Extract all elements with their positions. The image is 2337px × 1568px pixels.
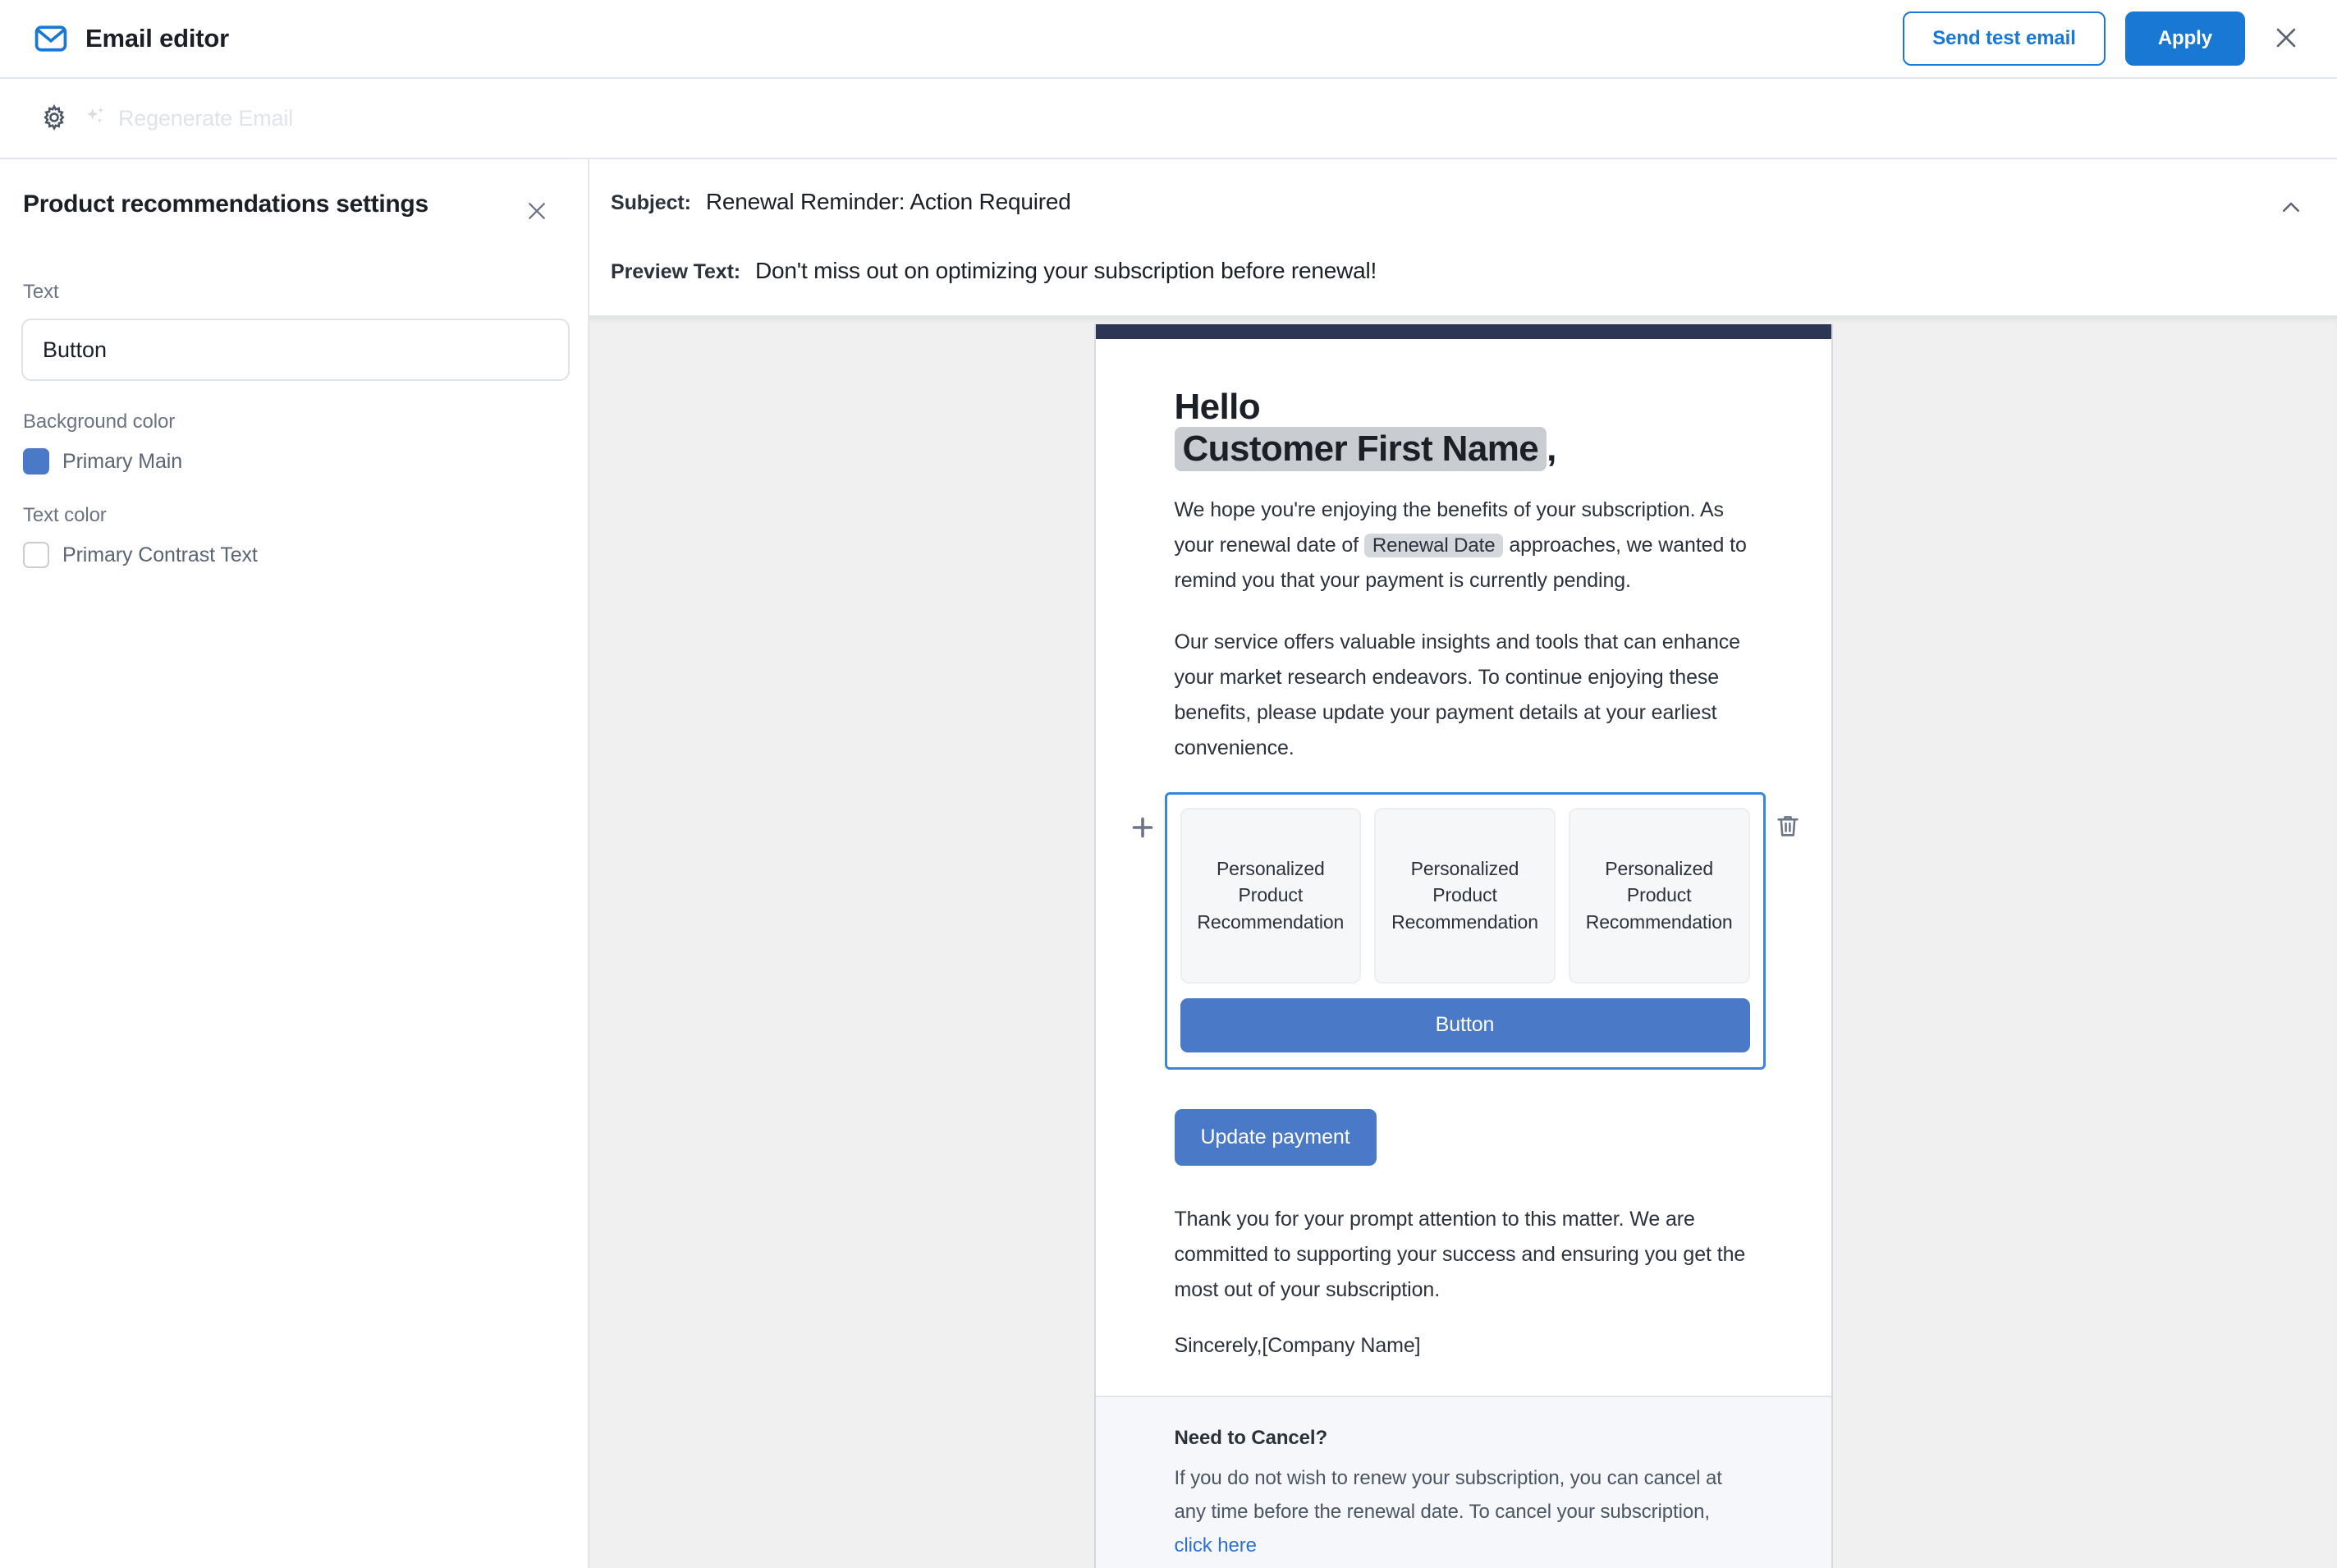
text-color-option[interactable]: Primary Contrast Text — [20, 542, 558, 568]
preview-text-row: Preview Text: Don't miss out on optimizi… — [611, 258, 2301, 284]
product-card-label: Personalized Product Recommendation — [1391, 857, 1538, 933]
product-recommendations-block-wrapper: Personalized Product Recommendation Pers… — [1132, 791, 1799, 1070]
close-icon — [525, 199, 549, 226]
text-color-label: Text color — [23, 504, 107, 526]
cancel-notice-title: Need to Cancel? — [1174, 1426, 1328, 1449]
settings-gear-button[interactable] — [33, 97, 76, 140]
email-meta-section: Subject: Renewal Reminder: Action Requir… — [589, 159, 2337, 317]
page-title: Email editor — [85, 24, 230, 53]
background-color-option[interactable]: Primary Main — [20, 448, 558, 475]
settings-panel-title: Product recommendations settings — [23, 190, 428, 218]
email-greeting[interactable]: Hello Customer First Name, — [1174, 387, 1753, 471]
subject-label: Subject: — [611, 191, 691, 214]
editor-toolbar: Regenerate Email — [0, 79, 2337, 159]
email-paragraph-1[interactable]: We hope you're enjoying the benefits of … — [1175, 493, 1753, 598]
email-signature[interactable]: Sincerely,[Company Name] — [1175, 1334, 1753, 1358]
merge-tag-renewal-date[interactable]: Renewal Date — [1363, 533, 1504, 557]
cancel-notice-text: If you do not wish to renew your subscri… — [1175, 1461, 1753, 1563]
email-paragraph-3[interactable]: Thank you for your prompt attention to t… — [1175, 1202, 1753, 1308]
delete-block-button[interactable] — [1766, 805, 1810, 850]
editor-main: Product recommendations settings Text Ba… — [0, 159, 2337, 1568]
chevron-up-icon — [2279, 195, 2303, 222]
cancel-subscription-link[interactable]: click here — [1175, 1534, 1257, 1557]
product-recommendations-block[interactable]: Personalized Product Recommendation Pers… — [1164, 791, 1766, 1070]
preview-text-label: Preview Text: — [611, 260, 741, 283]
product-card[interactable]: Personalized Product Recommendation — [1568, 807, 1750, 983]
email-paragraph-2[interactable]: Our service offers valuable insights and… — [1175, 625, 1753, 766]
greeting-text: Hello — [1174, 387, 1261, 427]
recommendations-cta-button[interactable]: Button — [1180, 997, 1750, 1052]
product-card-label: Personalized Product Recommendation — [1197, 857, 1345, 933]
app-header-actions: Send test email Apply — [1903, 11, 2307, 66]
text-field-label: Text — [23, 281, 59, 303]
preview-text-value[interactable]: Don't miss out on optimizing your subscr… — [755, 258, 1377, 284]
regenerate-email-label: Regenerate Email — [118, 105, 293, 131]
update-payment-button[interactable]: Update payment — [1174, 1108, 1377, 1166]
product-cards-row: Personalized Product Recommendation Pers… — [1180, 807, 1750, 983]
sparkle-icon — [84, 104, 108, 133]
merge-tag-customer-first-name[interactable]: Customer First Name — [1174, 427, 1547, 471]
email-top-bar — [1095, 324, 1831, 339]
apply-button[interactable]: Apply — [2124, 11, 2245, 66]
email-content: Hello Customer First Name, We hope you'r… — [1096, 339, 1831, 1358]
regenerate-email-button[interactable]: Regenerate Email — [84, 104, 293, 133]
subject-value[interactable]: Renewal Reminder: Action Required — [706, 189, 1071, 215]
collapse-meta-button[interactable] — [2273, 190, 2309, 227]
email-preview-column: Subject: Renewal Reminder: Action Requir… — [589, 159, 2337, 1568]
text-color-swatch[interactable] — [23, 542, 49, 568]
email-canvas: Hello Customer First Name, We hope you'r… — [589, 317, 2337, 1568]
app-header-brand: Email editor — [33, 21, 229, 57]
background-color-name: Primary Main — [62, 449, 183, 473]
plus-icon — [1128, 813, 1157, 845]
close-settings-panel-button[interactable] — [516, 190, 558, 233]
product-card-label: Personalized Product Recommendation — [1585, 857, 1733, 933]
cancel-notice-section: Need to Cancel? If you do not wish to re… — [1095, 1395, 1831, 1568]
product-recommendations-settings-panel: Product recommendations settings Text Ba… — [0, 159, 589, 1568]
product-card[interactable]: Personalized Product Recommendation — [1374, 807, 1556, 983]
email-document: Hello Customer First Name, We hope you'r… — [1093, 324, 1833, 1568]
settings-panel-header: Product recommendations settings — [20, 190, 558, 233]
background-color-label: Background color — [23, 410, 176, 433]
send-test-email-button[interactable]: Send test email — [1903, 11, 2106, 66]
close-icon — [2272, 24, 2300, 54]
product-card[interactable]: Personalized Product Recommendation — [1180, 807, 1362, 983]
button-text-input[interactable] — [21, 319, 570, 381]
app-header: Email editor Send test email Apply — [0, 0, 2337, 79]
trash-icon — [1774, 812, 1802, 842]
mail-icon — [33, 21, 69, 57]
cancel-notice-body: If you do not wish to renew your subscri… — [1174, 1466, 1722, 1523]
add-block-button[interactable] — [1120, 807, 1165, 851]
subject-row: Subject: Renewal Reminder: Action Requir… — [611, 189, 2301, 215]
close-editor-button[interactable] — [2265, 17, 2307, 60]
background-color-swatch[interactable] — [23, 448, 49, 475]
gear-icon — [40, 103, 68, 134]
text-color-name: Primary Contrast Text — [62, 543, 258, 566]
greeting-comma: , — [1547, 429, 1556, 470]
